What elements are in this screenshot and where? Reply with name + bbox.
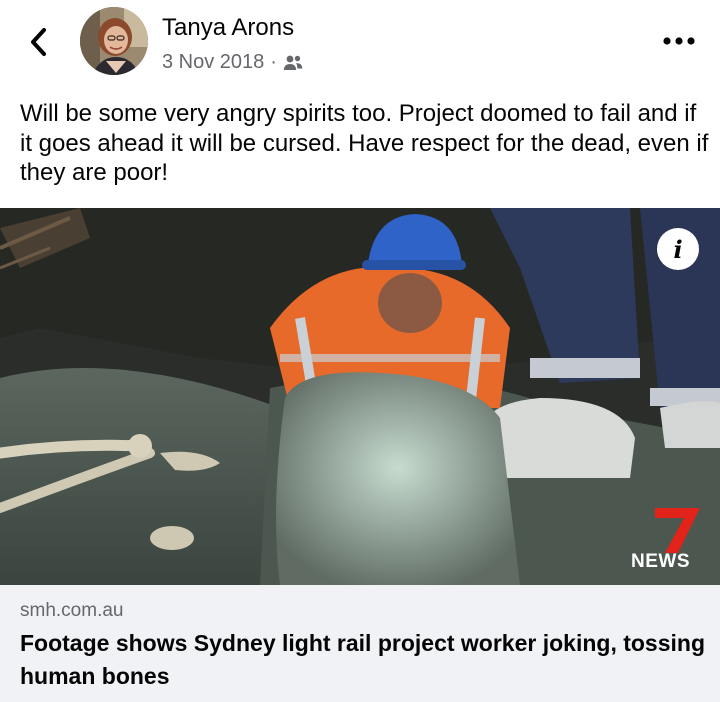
link-domain: smh.com.au — [20, 600, 124, 621]
post-meta: 3 Nov 2018 · — [162, 51, 303, 74]
post-header: Tanya Arons 3 Nov 2018 · — [0, 0, 720, 90]
post-body-text: Will be some very angry spirits too. Pro… — [20, 100, 709, 186]
avatar-photo — [80, 7, 148, 75]
excavation-scene-image — [0, 208, 720, 585]
link-headline[interactable]: Footage shows Sydney light rail project … — [20, 627, 710, 693]
info-button[interactable]: i — [657, 228, 699, 270]
back-chevron-icon[interactable] — [24, 22, 54, 62]
link-preview-image[interactable] — [0, 208, 720, 585]
more-options-icon[interactable] — [662, 31, 696, 51]
meta-separator: · — [270, 51, 277, 73]
link-preview-caption[interactable]: smh.com.au Footage shows Sydney light ra… — [0, 585, 720, 702]
post-date[interactable]: 3 Nov 2018 — [162, 51, 264, 74]
info-icon: i — [673, 234, 683, 264]
seven-news-watermark: NEWS — [631, 551, 690, 572]
author-name[interactable]: Tanya Arons — [162, 14, 294, 42]
author-avatar[interactable] — [80, 7, 148, 75]
friends-icon — [283, 55, 303, 70]
